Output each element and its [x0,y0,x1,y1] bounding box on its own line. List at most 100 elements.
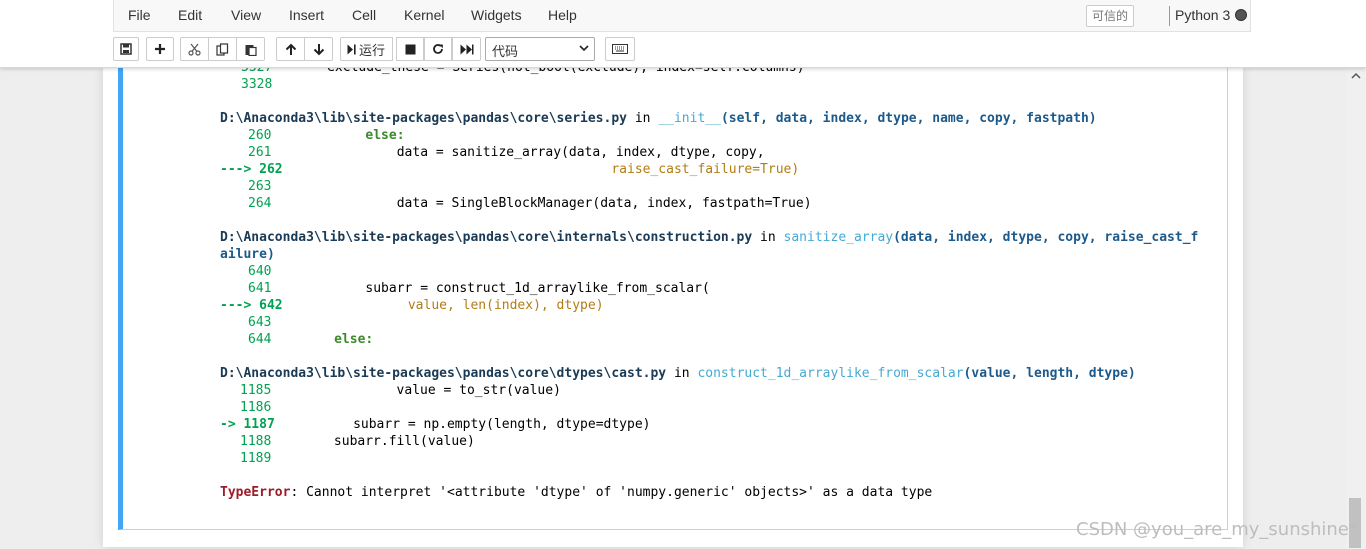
line-number: 260 [248,128,272,143]
cell-type-select[interactable]: 代码 [485,37,595,61]
save-button[interactable] [113,37,139,61]
current-line-arrow: ---> [220,162,252,177]
cut-button[interactable] [180,37,209,61]
code-text: value, len(index), dtype) [282,298,604,313]
restart-button[interactable] [424,37,452,61]
traceback-line: 641 subarr = construct_1d_arraylike_from… [220,280,710,297]
notebook-header: File Edit View Insert Cell Kernel Widget… [0,0,1366,68]
copy-button[interactable] [208,37,237,61]
run-all-button[interactable] [452,37,481,61]
traceback-line: 261 data = sanitize_array(data, index, d… [220,144,765,161]
code-text: else: [271,332,374,347]
line-number: 261 [248,145,272,160]
run-label: 运行 [359,42,386,58]
line-number: 642 [259,298,283,313]
line-number: 1189 [240,451,272,466]
line-number: 262 [259,162,283,177]
code-text: raise_cast_failure=True) [282,162,800,177]
menu-widgets[interactable]: Widgets [471,7,522,23]
run-icon [347,44,356,54]
scroll-up-icon[interactable] [1351,72,1361,80]
frame-in: in [673,366,690,381]
line-number: 640 [248,264,272,279]
menu-insert[interactable]: Insert [289,7,324,23]
move-up-button[interactable] [276,37,305,61]
traceback-line-current: ---> 262 raise_cast_failure=True) [220,161,799,178]
current-line-arrow: -> [220,417,236,432]
traceback-output: 3327 exclude_these = Series(not_bool(exc… [0,0,1366,549]
frame-path: D:\Anaconda3\lib\site-packages\pandas\co… [220,366,667,381]
stop-button[interactable] [396,37,424,61]
frame-func: __init__ [658,111,721,126]
frame-func: construct_1d_arraylike_from_scalar [697,366,964,381]
traceback-line: 264 data = SingleBlockManager(data, inde… [220,195,812,212]
frame-path: D:\Anaconda3\lib\site-packages\pandas\co… [220,111,627,126]
kernel-divider [1169,6,1170,26]
menu-kernel[interactable]: Kernel [404,7,444,23]
current-line-arrow: ---> [220,298,252,313]
move-down-button[interactable] [304,37,333,61]
menu-edit[interactable]: Edit [178,7,202,23]
paste-button[interactable] [236,37,265,61]
menu-file[interactable]: File [128,7,151,23]
cell-type-value: 代码 [492,44,519,59]
frame-header: D:\Anaconda3\lib\site-packages\pandas\co… [220,229,1198,246]
frame-header: D:\Anaconda3\lib\site-packages\pandas\co… [220,110,1097,127]
menu-cell[interactable]: Cell [352,7,376,23]
run-button[interactable]: 运行 [340,37,393,61]
kernel-status-icon [1235,9,1247,21]
line-number: 644 [248,332,272,347]
command-palette-button[interactable] [605,37,635,61]
traceback-line: 1185 value = to_str(value) [220,382,561,399]
error-type: TypeError [220,485,291,500]
frame-header: D:\Anaconda3\lib\site-packages\pandas\co… [220,365,1136,382]
kernel-name: Python 3 [1175,7,1231,23]
frame-path: D:\Anaconda3\lib\site-packages\pandas\co… [220,230,753,245]
frame-in: in [634,111,651,126]
frame-signature-wrap: ailure) [220,247,275,262]
code-text: value = to_str(value) [271,383,561,398]
frame-signature: (data, index, dtype, copy, raise_cast_f [893,230,1199,245]
traceback-line-current: ---> 642 value, len(index), dtype) [220,297,604,314]
line-number: 3328 [241,77,273,92]
watermark: CSDN @you_are_my_sunshine* [1076,519,1358,540]
frame-signature: (value, length, dtype) [963,366,1136,381]
traceback-line: 644 else: [220,331,373,348]
paste-icon [245,44,257,56]
code-text: data = SingleBlockManager(data, index, f… [271,196,812,211]
code-text: data = sanitize_array(data, index, dtype… [271,145,765,160]
line-number: 264 [248,196,272,211]
insert-cell-button[interactable] [146,37,174,61]
line-number: 1186 [240,400,272,415]
chevron-down-icon [579,45,589,52]
error-line: TypeError: Cannot interpret '<attribute … [220,484,932,501]
code-text: subarr.fill(value) [271,434,475,449]
line-number: 1185 [240,383,272,398]
line-number: 643 [248,315,272,330]
line-number: 1187 [243,417,275,432]
code-text: subarr = construct_1d_arraylike_from_sca… [271,281,710,296]
menu-help[interactable]: Help [548,7,577,23]
move-down-icon [313,43,324,55]
move-up-icon [285,43,296,55]
save-icon [120,43,132,55]
copy-icon [216,42,229,56]
traceback-line: 1188 subarr.fill(value) [220,433,475,450]
line-number: 1188 [240,434,272,449]
trusted-badge[interactable]: 可信的 [1086,5,1135,27]
frame-in: in [760,230,776,245]
restart-icon [433,44,443,54]
frame-func: sanitize_array [783,230,894,245]
code-text: else: [271,128,405,143]
fast-forward-icon [460,44,473,54]
page-scrollbar[interactable] [1346,67,1366,549]
traceback-line-current: -> 1187 subarr = np.empty(length, dtype=… [220,416,650,433]
plus-icon [155,44,165,54]
error-message: : Cannot interpret '<attribute 'dtype' o… [290,485,933,500]
frame-signature: (self, data, index, dtype, name, copy, f… [720,111,1097,126]
code-text: subarr = np.empty(length, dtype=dtype) [274,417,651,432]
keyboard-icon [612,44,628,54]
stop-icon [405,44,415,54]
menu-view[interactable]: View [231,7,261,23]
cut-icon [188,43,201,56]
